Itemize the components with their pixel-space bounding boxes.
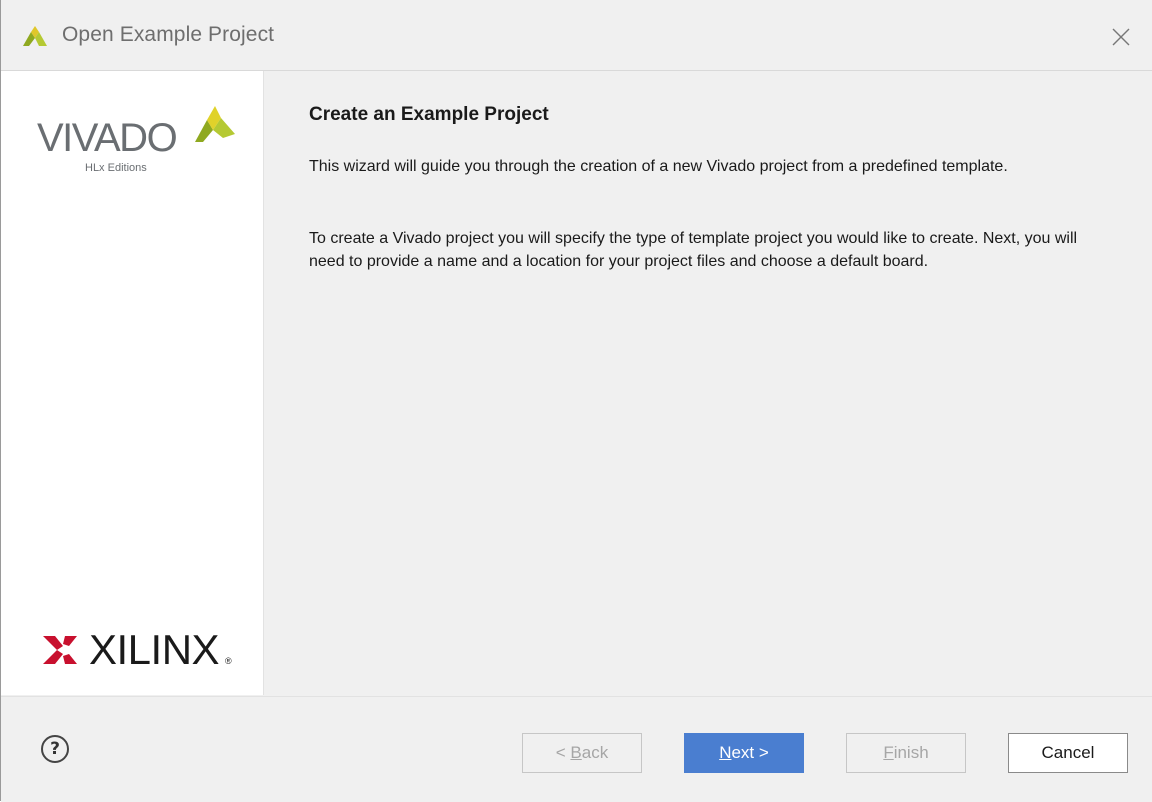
title-bar[interactable]: Open Example Project [1, 0, 1152, 71]
back-button-mnemonic: B [570, 743, 582, 762]
help-icon: ? [50, 739, 60, 759]
help-button[interactable]: ? [41, 735, 69, 763]
intro-paragraph: This wizard will guide you through the c… [309, 158, 1008, 175]
page-heading: Create an Example Project [309, 104, 549, 125]
finish-button[interactable]: Finish [846, 733, 966, 773]
close-icon [1112, 28, 1130, 46]
back-button[interactable]: < Back [522, 733, 642, 773]
close-button[interactable] [1104, 20, 1138, 54]
wizard-sidebar: VIVADO HLx Editions XILINX ® [1, 71, 264, 695]
cancel-button[interactable]: Cancel [1008, 733, 1128, 773]
finish-button-mnemonic: F [883, 743, 894, 762]
vivado-mark-icon [195, 106, 235, 142]
window-title: Open Example Project [62, 23, 275, 46]
xilinx-registered-mark: ® [225, 656, 232, 666]
back-button-prefix: < [555, 743, 571, 762]
next-button[interactable]: Next > [684, 733, 804, 773]
vivado-logo: VIVADO HLx Editions [37, 102, 237, 184]
next-button-rest: ext > [731, 743, 769, 762]
vivado-logo-subtitle: HLx Editions [85, 162, 147, 174]
back-button-rest: ack [581, 743, 609, 762]
wizard-footer: ? < Back Next > Finish Cancel [1, 696, 1152, 802]
xilinx-logo: XILINX ® [41, 624, 241, 674]
instructions-paragraph: To create a Vivado project you will spec… [309, 230, 1078, 270]
vivado-logo-text: VIVADO [37, 116, 178, 160]
cancel-button-label: Cancel [1041, 743, 1095, 762]
vivado-logo-icon [23, 26, 47, 46]
finish-button-rest: inish [893, 743, 929, 762]
wizard-content: Create an Example Project This wizard wi… [264, 71, 1152, 695]
dialog-window: Open Example Project VIVADO HLx Editions [0, 0, 1152, 802]
xilinx-mark-icon [43, 636, 77, 664]
next-button-mnemonic: N [719, 743, 732, 762]
xilinx-logo-text: XILINX [89, 626, 220, 673]
